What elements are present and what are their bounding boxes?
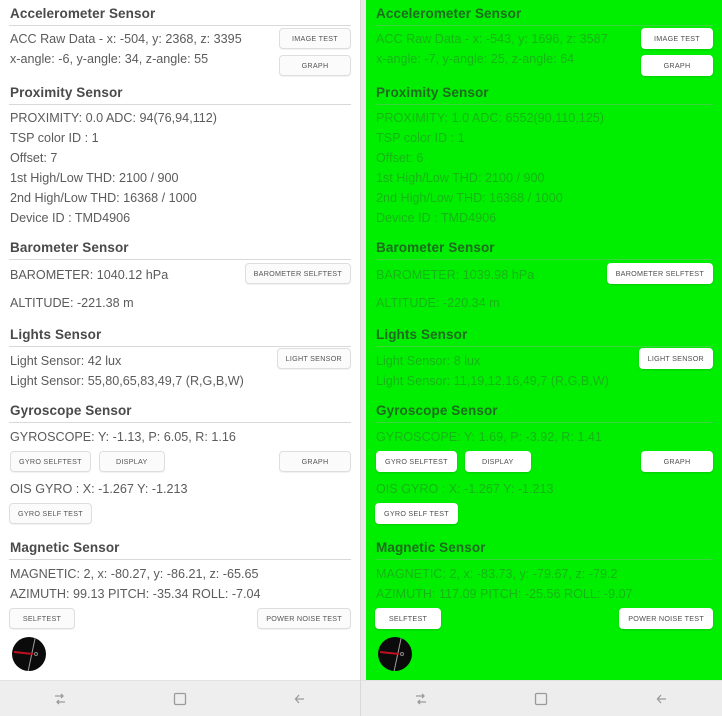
lights-body: LIGHT SENSOR Light Sensor: 8 lux Light S… [366,347,722,397]
altitude-value-text: ALTITUDE: -221.38 m [10,293,350,313]
section-title-barometer: Barometer Sensor [0,234,360,259]
light-sensor-button[interactable]: LIGHT SENSOR [277,348,351,369]
compass-needle [380,651,399,655]
proximity-adc-text: PROXIMITY: 0.0 ADC: 94(76,94,112) [10,108,350,128]
recents-icon[interactable] [407,685,435,713]
section-title-barometer: Barometer Sensor [366,234,722,259]
graph-button[interactable]: GRAPH [279,55,351,76]
gyroscope-value-text: GYROSCOPE: Y: 1.69, P: -3.92, R: 1.41 [376,427,712,447]
gyro-display-button[interactable]: DISPLAY [99,451,165,472]
home-square-icon[interactable] [527,685,555,713]
lights-body: LIGHT SENSOR Light Sensor: 42 lux Light … [0,347,360,397]
section-title-gyroscope: Gyroscope Sensor [0,397,360,422]
gyroscope-value-text: GYROSCOPE: Y: -1.13, P: 6.05, R: 1.16 [10,427,350,447]
proximity-body: PROXIMITY: 0.0 ADC: 94(76,94,112) TSP co… [0,105,360,234]
power-noise-test-button[interactable]: POWER NOISE TEST [619,608,713,629]
proximity-device-id-text: Device ID : TMD4906 [376,208,712,228]
proximity-body: PROXIMITY: 1.0 ADC: 6552(90,110,125) TSP… [366,105,722,234]
magnetic-selftest-button[interactable]: SELFTEST [375,608,441,629]
gyro-selftest-button[interactable]: GYRO SELFTEST [376,451,457,472]
gyro-graph-button[interactable]: GRAPH [641,451,713,472]
magnetic-xyz-text: MAGNETIC: 2, x: -83.73, y: -79.67, z: -7… [376,564,712,584]
first-thd-text: 1st High/Low THD: 2100 / 900 [10,168,350,188]
sensor-list-green: Accelerometer Sensor IMAGE TEST GRAPH AC… [366,0,722,680]
system-navigation-bar [361,680,722,716]
section-title-proximity: Proximity Sensor [366,79,722,104]
compass-dot [34,652,38,656]
graph-button[interactable]: GRAPH [641,55,713,76]
gyro-self-test-button[interactable]: GYRO SELF TEST [9,503,92,524]
gyro-self-test-row: GYRO SELF TEST [0,503,360,524]
sensor-list-normal: Accelerometer Sensor IMAGE TEST GRAPH AC… [0,0,360,680]
section-title-magnetic: Magnetic Sensor [0,534,360,559]
phone-screen-green-test: Accelerometer Sensor IMAGE TEST GRAPH AC… [361,0,722,716]
section-title-accelerometer: Accelerometer Sensor [366,0,722,25]
barometer-body: BAROMETER SELFTEST BAROMETER: 1039.98 hP… [366,260,722,321]
section-title-gyroscope: Gyroscope Sensor [366,397,722,422]
gyroscope-button-row: GYRO SELFTEST DISPLAY GRAPH [0,451,360,475]
magnetic-body: MAGNETIC: 2, x: -83.73, y: -79.67, z: -7… [366,560,722,604]
ois-gyro-body: OIS GYRO : X: -1.267 Y: -1.213 [366,479,722,499]
first-thd-text: 1st High/Low THD: 2100 / 900 [376,168,712,188]
magnetic-orientation-text: AZIMUTH: 117.09 PITCH: -25.56 ROLL: -9.0… [376,584,712,604]
light-rgbw-text: Light Sensor: 55,80,65,83,49,7 (R,G,B,W) [10,371,350,391]
light-sensor-button[interactable]: LIGHT SENSOR [639,348,713,369]
light-rgbw-text: Light Sensor: 11,19,12,16,49,7 (R,G,B,W) [376,371,712,391]
proximity-offset-text: Offset: 7 [10,148,350,168]
back-arrow-icon[interactable] [648,685,676,713]
ois-gyro-body: OIS GYRO : X: -1.267 Y: -1.213 [0,479,360,499]
compass-needle [14,651,33,655]
gyroscope-button-row: GYRO SELFTEST DISPLAY GRAPH [366,451,722,475]
magnetic-body: MAGNETIC: 2, x: -80.27, y: -86.21, z: -6… [0,560,360,604]
accelerometer-body: IMAGE TEST GRAPH ACC Raw Data - x: -504,… [0,26,360,79]
gyro-self-test-row: GYRO SELF TEST [366,503,722,524]
section-title-magnetic: Magnetic Sensor [366,534,722,559]
magnetic-xyz-text: MAGNETIC: 2, x: -80.27, y: -86.21, z: -6… [10,564,350,584]
accelerometer-body: IMAGE TEST GRAPH ACC Raw Data - x: -543,… [366,26,722,79]
power-noise-test-button[interactable]: POWER NOISE TEST [257,608,351,629]
barometer-body: BAROMETER SELFTEST BAROMETER: 1040.12 hP… [0,260,360,321]
ois-gyro-text: OIS GYRO : X: -1.267 Y: -1.213 [376,479,712,499]
tsp-color-id-text: TSP color ID : 1 [376,128,712,148]
image-test-button[interactable]: IMAGE TEST [641,28,713,49]
second-thd-text: 2nd High/Low THD: 16368 / 1000 [10,188,350,208]
ois-gyro-text: OIS GYRO : X: -1.267 Y: -1.213 [10,479,350,499]
barometer-selftest-button[interactable]: BAROMETER SELFTEST [245,263,351,284]
tsp-color-id-text: TSP color ID : 1 [10,128,350,148]
dual-screenshot-comparison: Accelerometer Sensor IMAGE TEST GRAPH AC… [0,0,722,716]
compass-widget [12,637,46,671]
proximity-offset-text: Offset: 6 [376,148,712,168]
proximity-adc-text: PROXIMITY: 1.0 ADC: 6552(90,110,125) [376,108,712,128]
magnetic-button-row: SELFTEST POWER NOISE TEST [366,608,722,632]
altitude-value-text: ALTITUDE: -220.34 m [376,293,712,313]
section-title-lights: Lights Sensor [0,321,360,346]
image-test-button[interactable]: IMAGE TEST [279,28,351,49]
proximity-device-id-text: Device ID : TMD4906 [10,208,350,228]
section-title-lights: Lights Sensor [366,321,722,346]
barometer-selftest-button[interactable]: BAROMETER SELFTEST [607,263,713,284]
phone-screen-normal: Accelerometer Sensor IMAGE TEST GRAPH AC… [0,0,361,716]
gyroscope-body: GYROSCOPE: Y: -1.13, P: 6.05, R: 1.16 [0,423,360,447]
recents-icon[interactable] [46,685,74,713]
home-square-icon[interactable] [166,685,194,713]
accelerometer-button-column: IMAGE TEST GRAPH [641,28,713,76]
system-navigation-bar [0,680,360,716]
compass-widget [378,637,412,671]
accelerometer-button-column: IMAGE TEST GRAPH [279,28,351,76]
back-arrow-icon[interactable] [286,685,314,713]
magnetic-orientation-text: AZIMUTH: 99.13 PITCH: -35.34 ROLL: -7.04 [10,584,350,604]
gyro-graph-button[interactable]: GRAPH [279,451,351,472]
section-title-accelerometer: Accelerometer Sensor [0,0,360,25]
second-thd-text: 2nd High/Low THD: 16368 / 1000 [376,188,712,208]
gyro-selftest-button[interactable]: GYRO SELFTEST [10,451,91,472]
magnetic-selftest-button[interactable]: SELFTEST [9,608,75,629]
compass-dot [400,652,404,656]
gyroscope-body: GYROSCOPE: Y: 1.69, P: -3.92, R: 1.41 [366,423,722,447]
magnetic-button-row: SELFTEST POWER NOISE TEST [0,608,360,632]
gyro-self-test-button[interactable]: GYRO SELF TEST [375,503,458,524]
section-title-proximity: Proximity Sensor [0,79,360,104]
gyro-display-button[interactable]: DISPLAY [465,451,531,472]
